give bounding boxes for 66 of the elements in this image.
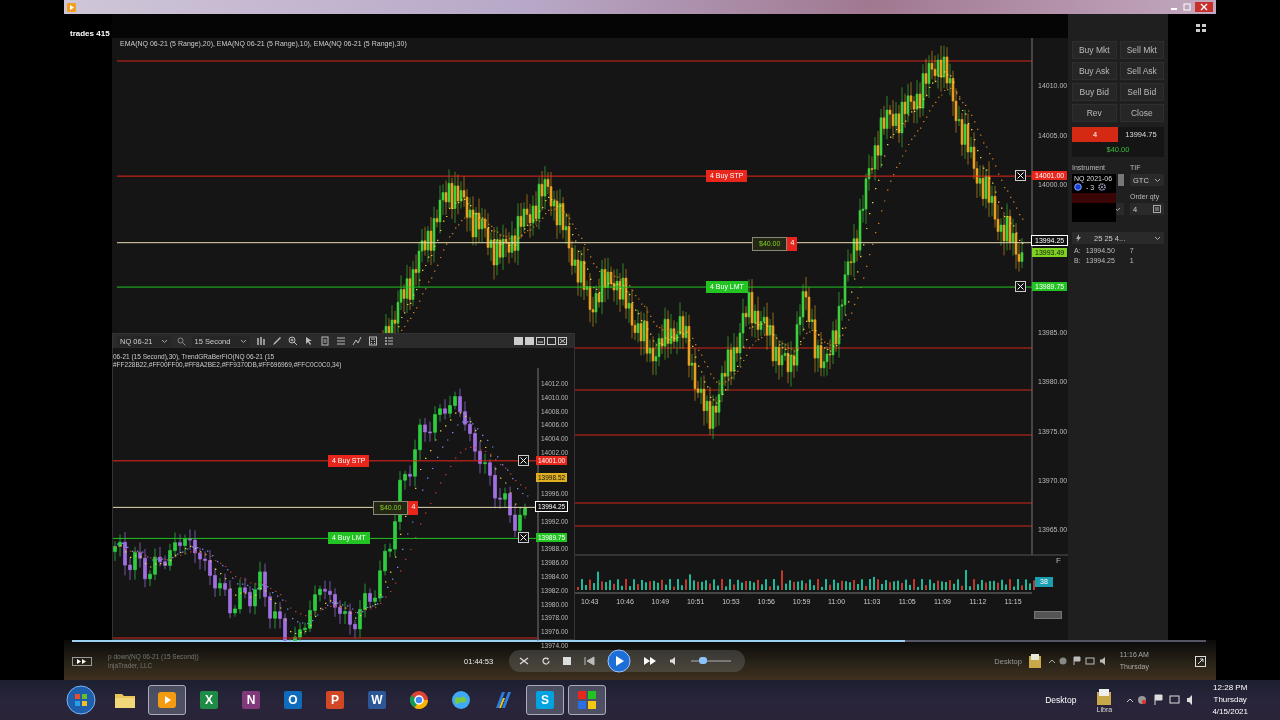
scrollbar[interactable] — [1034, 611, 1062, 619]
line-tool-icon[interactable] — [352, 336, 363, 346]
window-buttons-icon[interactable] — [514, 336, 570, 346]
order-button[interactable]: Sell Bid — [1119, 83, 1164, 101]
order-button[interactable]: Rev — [1072, 104, 1117, 122]
trades-label: trades 415 — [70, 29, 110, 38]
taskbar-app[interactable] — [148, 685, 186, 715]
search-icon[interactable] — [176, 336, 186, 346]
order-line[interactable] — [113, 537, 539, 539]
close-icon[interactable] — [1015, 281, 1026, 293]
chevron-down-icon[interactable] — [160, 338, 168, 344]
calculator-icon[interactable] — [1153, 205, 1161, 213]
order-line[interactable] — [113, 460, 539, 462]
chevron-down-icon[interactable] — [240, 338, 248, 344]
folder-icon[interactable] — [1096, 687, 1113, 706]
order-button[interactable]: Buy Mkt — [1072, 41, 1117, 59]
taskbar-app[interactable]: O — [274, 685, 312, 715]
taskbar-app[interactable]: X — [190, 685, 228, 715]
close-icon[interactable] — [1015, 170, 1026, 182]
browser-icon — [409, 690, 429, 710]
clock-time: 12:28 PM — [1213, 682, 1248, 694]
repeat-icon[interactable] — [541, 656, 552, 666]
gear-icon[interactable] — [1098, 183, 1107, 191]
order-button[interactable]: Buy Ask — [1072, 62, 1117, 80]
chevron-down-icon[interactable] — [1154, 235, 1161, 241]
previous-icon[interactable] — [583, 656, 596, 666]
grid-icon[interactable] — [1195, 23, 1207, 33]
taskbar-app[interactable]: W — [358, 685, 396, 715]
close-icon[interactable] — [518, 454, 529, 466]
calculator-icon[interactable] — [368, 336, 379, 346]
chevron-down-icon[interactable] — [1154, 177, 1161, 183]
lightning-icon — [1075, 234, 1082, 242]
next-icon[interactable] — [643, 656, 658, 666]
globe-icon — [451, 690, 471, 710]
clock-day: Thursday — [1213, 694, 1247, 706]
shuffle-icon[interactable] — [519, 656, 530, 666]
folder-icon[interactable] — [1027, 653, 1042, 669]
play-icon[interactable] — [607, 649, 632, 673]
tray-icons[interactable] — [1047, 656, 1108, 666]
stop-icon[interactable] — [563, 657, 572, 665]
start-button[interactable] — [66, 685, 96, 715]
order-button[interactable]: Sell Mkt — [1119, 41, 1164, 59]
stripes-icon — [493, 690, 513, 710]
tiles-icon — [577, 690, 597, 710]
expand-icon[interactable] — [1195, 655, 1206, 667]
play-icon — [67, 2, 76, 12]
folder-icon — [114, 691, 136, 709]
play-icon — [157, 691, 177, 709]
close-icon[interactable] — [518, 532, 529, 544]
desktop-label[interactable]: Desktop — [1045, 695, 1077, 705]
list-icon[interactable] — [336, 336, 347, 346]
document-icon[interactable] — [320, 336, 331, 346]
bar-chart-icon[interactable] — [256, 336, 267, 346]
clock-date: 4/15/2021 — [1212, 706, 1248, 718]
order-button[interactable]: Buy Bid — [1072, 83, 1117, 101]
order-button[interactable]: Close — [1119, 104, 1164, 122]
bullet-list-icon[interactable] — [384, 336, 395, 346]
taskbar-app[interactable]: N — [232, 685, 270, 715]
taskbar-app[interactable]: P — [316, 685, 354, 715]
circle-icon — [1074, 183, 1082, 191]
fast-forward-icon[interactable] — [72, 656, 92, 666]
order-button[interactable]: Sell Ask — [1119, 62, 1164, 80]
zoom-icon[interactable] — [288, 336, 299, 346]
pencil-icon[interactable] — [272, 336, 283, 346]
panel-label: F — [1056, 556, 1061, 565]
chevron-down-icon[interactable] — [1114, 206, 1121, 212]
